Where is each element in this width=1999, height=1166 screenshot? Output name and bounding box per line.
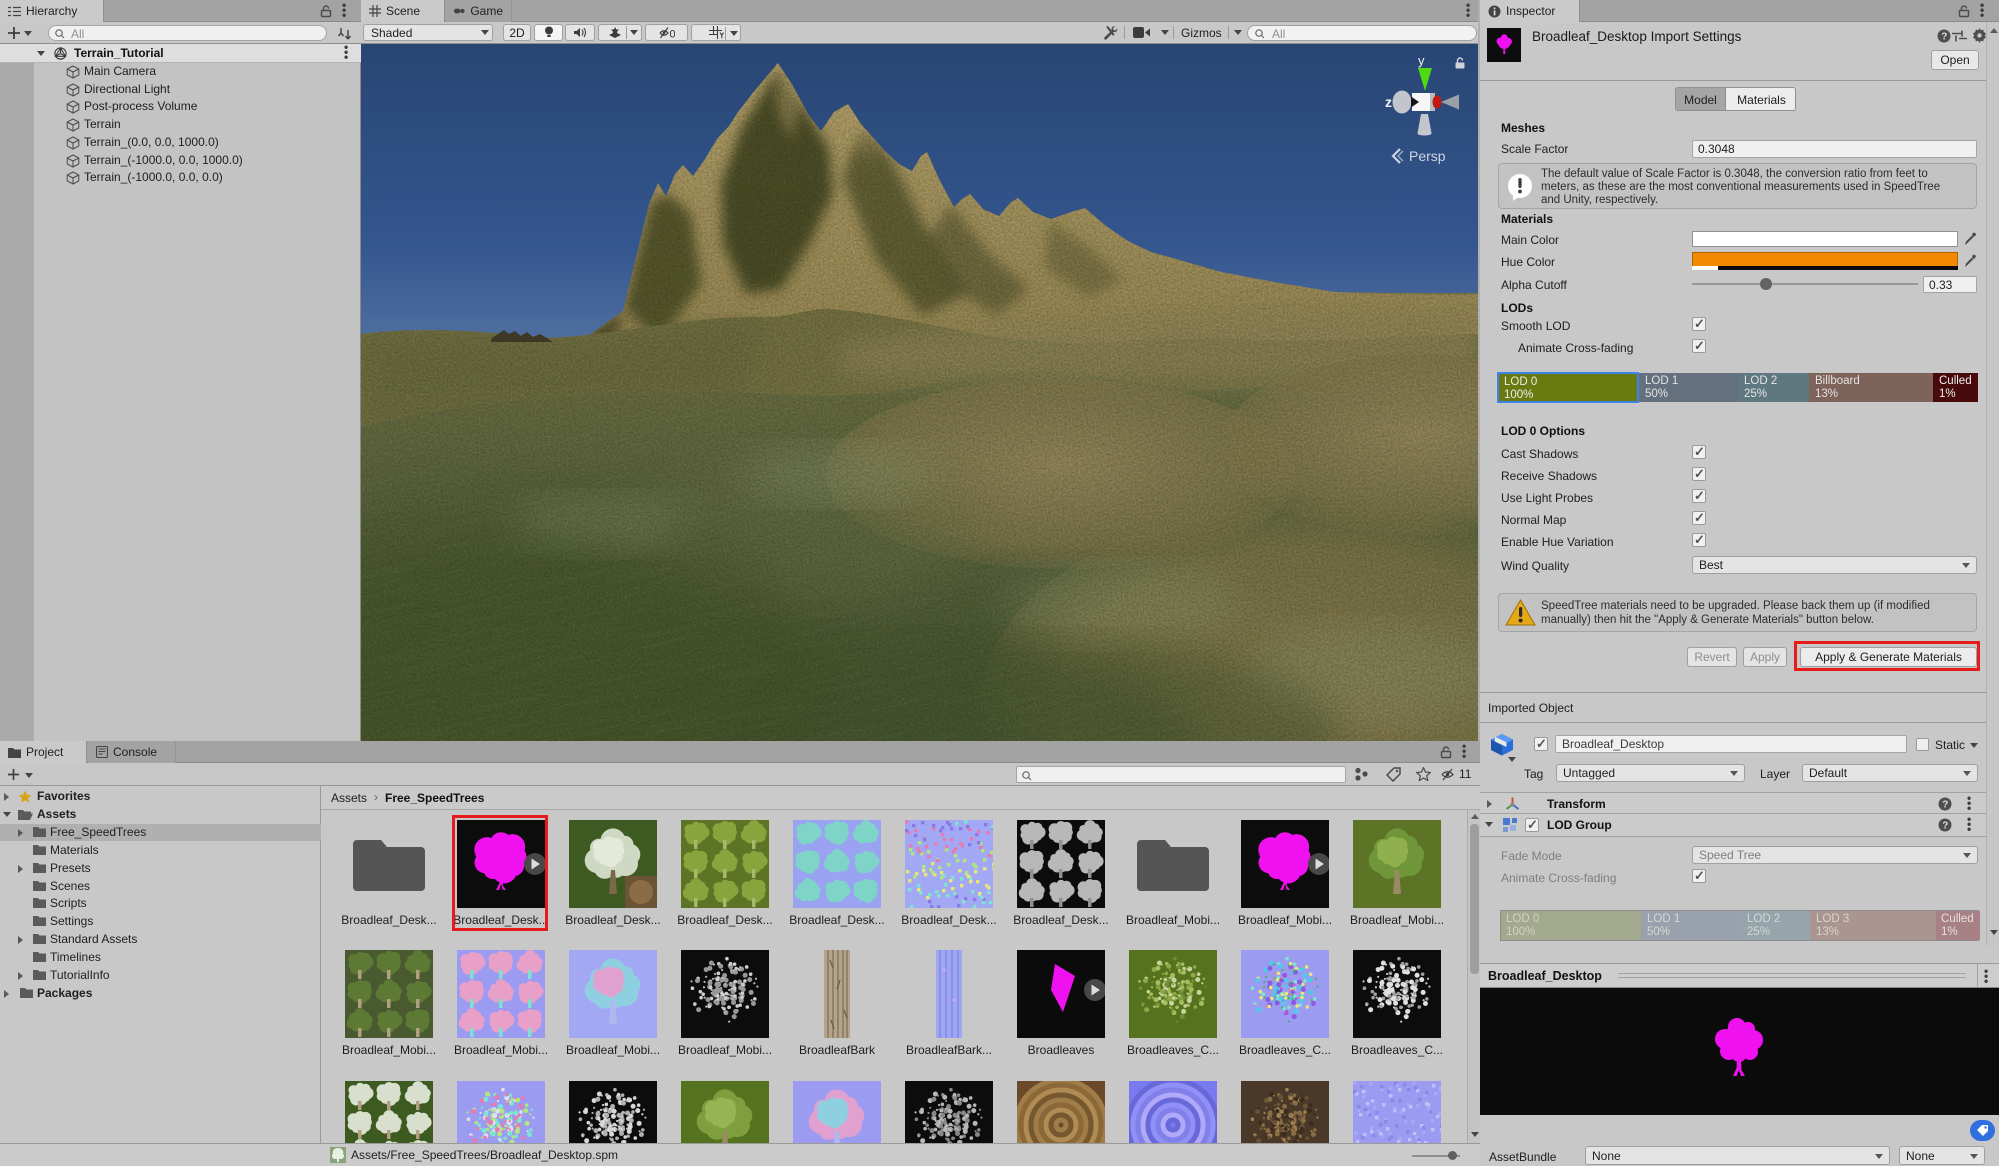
svg-text:y: y: [1418, 53, 1425, 68]
svg-text:0: 0: [669, 28, 675, 39]
svg-text:?: ?: [1942, 800, 1948, 811]
svg-text:z: z: [1385, 94, 1392, 110]
svg-text:Persp: Persp: [1409, 148, 1446, 164]
svg-text:?: ?: [1942, 821, 1948, 832]
svg-text:?: ?: [1941, 32, 1947, 43]
